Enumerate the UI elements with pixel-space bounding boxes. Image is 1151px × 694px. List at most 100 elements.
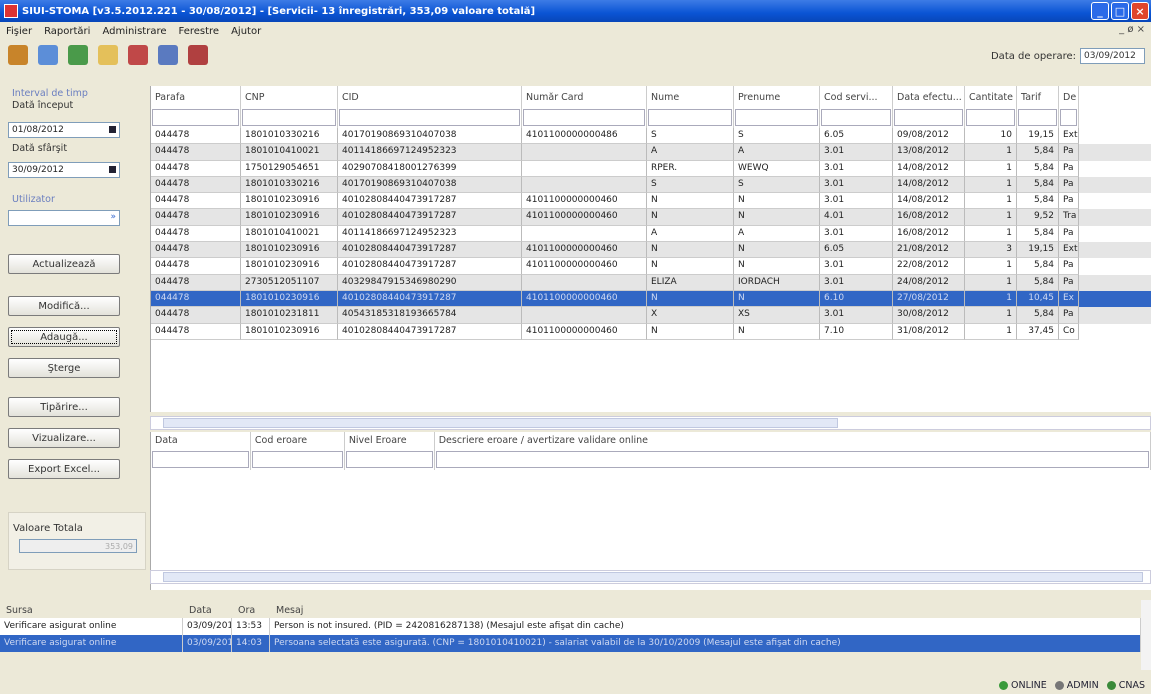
export-excel-button[interactable]: Export Excel...	[8, 459, 120, 479]
column-header[interactable]: Nume	[647, 86, 734, 108]
operation-date-field[interactable]: 03/09/2012	[1080, 48, 1145, 64]
table-row[interactable]: 044478 1801010330216 40170190869310407038 4…	[151, 128, 1151, 145]
user-field[interactable]: »	[8, 210, 120, 226]
horizontal-scrollbar[interactable]	[150, 416, 1151, 430]
column-filter-cell[interactable]	[151, 450, 251, 470]
column-filter-cell[interactable]	[522, 108, 647, 128]
table-cell: 40114186697124952323	[338, 144, 522, 161]
column-header[interactable]: Tarif	[1017, 86, 1059, 108]
table-row[interactable]: 044478 1750129054651 40290708418001276399 R…	[151, 160, 1151, 177]
table-row[interactable]: 044478 1801010410021 40114186697124952323 A…	[151, 225, 1151, 243]
column-header[interactable]: Nivel Eroare	[345, 432, 435, 450]
add-button[interactable]: Adaugă...	[8, 327, 120, 347]
export-icon[interactable]	[188, 45, 208, 65]
table-cell: 30/08/2012	[893, 307, 965, 324]
column-header[interactable]: Cod eroare	[251, 432, 345, 450]
column-filter-cell[interactable]	[338, 108, 522, 128]
user-status: ADMIN	[1054, 680, 1099, 691]
table-row[interactable]: 044478 1801010330216 40170190869310407038 S…	[151, 176, 1151, 194]
column-filter-cell[interactable]	[1017, 108, 1059, 128]
menu-reports[interactable]: Raportări	[44, 26, 90, 37]
calendar-icon[interactable]	[109, 126, 116, 133]
column-header[interactable]: CNP	[241, 86, 338, 108]
errors-scrollbar[interactable]	[150, 570, 1151, 584]
close-button[interactable]: ×	[1131, 2, 1149, 20]
table-cell: 1	[965, 274, 1017, 291]
column-header[interactable]: Data	[183, 600, 232, 618]
table-row[interactable]: 044478 1801010230916 40102808440473917287 4…	[151, 209, 1151, 226]
column-filter-cell[interactable]	[151, 108, 241, 128]
modify-button[interactable]: Modifică...	[8, 296, 120, 316]
column-header[interactable]: De	[1059, 86, 1079, 108]
end-date-field[interactable]: 30/09/2012	[8, 162, 120, 178]
column-header[interactable]: Mesaj	[270, 600, 1141, 618]
table-cell: Pa	[1059, 258, 1079, 275]
column-filter-cell[interactable]	[965, 108, 1017, 128]
column-filter-cell[interactable]	[647, 108, 734, 128]
column-filter-cell[interactable]	[820, 108, 893, 128]
table-cell: N	[734, 193, 820, 210]
document-icon[interactable]	[128, 45, 148, 65]
column-header[interactable]: Număr Card	[522, 86, 647, 108]
column-filter-cell[interactable]	[241, 108, 338, 128]
menu-admin[interactable]: Administrare	[102, 26, 166, 37]
message-row[interactable]: Verificare asigurat online03/09/201213:5…	[0, 618, 1151, 635]
column-header[interactable]: Descriere eroare / avertizare validare o…	[435, 432, 1151, 450]
table-row[interactable]: 044478 1801010230916 40102808440473917287 4…	[151, 242, 1151, 259]
maximize-button[interactable]: □	[1111, 2, 1129, 20]
services-grid: Parafa CNP CID Număr Card Nume Prenume Cod ser…	[150, 86, 1151, 412]
column-filter-cell[interactable]	[893, 108, 965, 128]
table-cell: 1	[965, 307, 1017, 324]
upload-icon[interactable]	[68, 45, 88, 65]
menu-windows[interactable]: Ferestre	[179, 26, 220, 37]
print-icon[interactable]	[158, 45, 178, 65]
menu-file[interactable]: Fişier	[6, 26, 32, 37]
minimize-button[interactable]: _	[1091, 2, 1109, 20]
column-header[interactable]: Data	[151, 432, 251, 450]
calendar-icon[interactable]	[109, 166, 116, 173]
refresh-button[interactable]: Actualizează	[8, 254, 120, 274]
users-icon[interactable]	[8, 45, 28, 65]
column-header[interactable]: Ora	[232, 600, 270, 618]
table-cell: 40543185318193665784	[338, 307, 522, 324]
delete-button[interactable]: Şterge	[8, 358, 120, 378]
table-row[interactable]: 044478 1801010410021 40114186697124952323 A…	[151, 144, 1151, 161]
column-header[interactable]: Cantitate	[965, 86, 1017, 108]
messages-scrollbar[interactable]	[1141, 600, 1151, 670]
mdi-controls[interactable]: _ ø ×	[1119, 24, 1145, 35]
table-cell: 044478	[151, 258, 241, 275]
column-filter-cell[interactable]	[734, 108, 820, 128]
table-cell: 3.01	[820, 176, 893, 194]
column-header[interactable]: CID	[338, 86, 522, 108]
lookup-icon[interactable]: »	[110, 212, 116, 222]
table-cell	[522, 176, 647, 194]
table-cell: Pa	[1059, 144, 1079, 161]
grid-filter-row	[151, 108, 1151, 128]
column-filter-cell[interactable]	[1059, 108, 1079, 128]
table-row[interactable]: 044478 1801010230916 40102808440473917287 4…	[151, 323, 1151, 340]
message-row[interactable]: Verificare asigurat online03/09/201214:0…	[0, 635, 1151, 652]
column-filter-cell[interactable]	[435, 450, 1151, 470]
start-date-field[interactable]: 01/08/2012	[8, 122, 120, 138]
menu-help[interactable]: Ajutor	[231, 26, 261, 37]
column-header[interactable]: Sursa	[0, 600, 183, 618]
column-header[interactable]: Parafa	[151, 86, 241, 108]
table-row[interactable]: 044478 2730512051107 40329847915346980290 E…	[151, 274, 1151, 291]
column-header[interactable]: Cod servi...	[820, 86, 893, 108]
table-row[interactable]: 044478 1801010230916 40102808440473917287 4…	[151, 290, 1151, 308]
table-row[interactable]: 044478 1801010231811 40543185318193665784 X…	[151, 307, 1151, 324]
table-cell: 4.01	[820, 209, 893, 226]
column-header[interactable]: Prenume	[734, 86, 820, 108]
view-button[interactable]: Vizualizare...	[8, 428, 120, 448]
print-button[interactable]: Tipărire...	[8, 397, 120, 417]
arrows-icon[interactable]	[38, 45, 58, 65]
table-row[interactable]: 044478 1801010230916 40102808440473917287 4…	[151, 258, 1151, 275]
table-cell: 4101100000000460	[522, 258, 647, 275]
column-filter-cell[interactable]	[345, 450, 435, 470]
folder-icon[interactable]	[98, 45, 118, 65]
column-filter-cell[interactable]	[251, 450, 345, 470]
table-cell: 14/08/2012	[893, 176, 965, 194]
column-header[interactable]: Data efectu...	[893, 86, 965, 108]
table-row[interactable]: 044478 1801010230916 40102808440473917287 4…	[151, 193, 1151, 210]
table-cell: 10	[965, 128, 1017, 145]
